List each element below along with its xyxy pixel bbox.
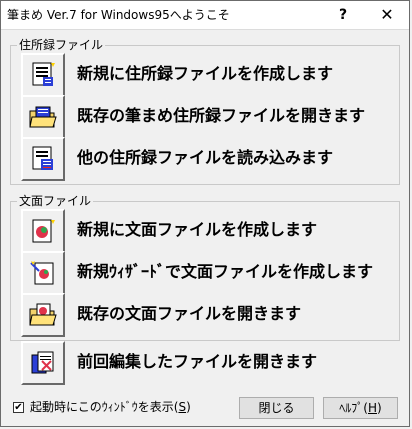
- recent-file-button[interactable]: [21, 341, 65, 385]
- show-on-startup-label[interactable]: 起動時にこのｳｨﾝﾄﾞｳを表示(S): [30, 399, 191, 415]
- address-book-group-label: 住所録ファイル: [17, 38, 106, 52]
- open-address-book-label: 既存の筆まめ住所録ファイルを開きます: [77, 106, 366, 125]
- import-address-book-label: 他の住所録ファイルを読み込みます: [77, 148, 334, 167]
- recent-file-label: 前回編集したファイルを開きます: [77, 352, 318, 371]
- wizard-document-label: 新規ｳｨｻﾞｰﾄﾞで文面ファイルを作成します: [77, 262, 374, 281]
- new-document-icon: [32, 219, 55, 243]
- show-on-startup-label-close: ): [186, 400, 191, 414]
- show-on-startup-checkbox[interactable]: ✔: [13, 402, 24, 413]
- new-document-button[interactable]: [21, 209, 65, 253]
- title-bar: 筆まめ Ver.7 for Windows95へようこそ ? ✕: [1, 1, 409, 30]
- new-document-label: 新規に文面ファイルを作成します: [77, 220, 318, 239]
- new-address-book-button[interactable]: [21, 53, 65, 97]
- open-document-label: 既存の文面ファイルを開きます: [77, 304, 302, 323]
- wizard-icon: [30, 261, 54, 285]
- open-address-book-button[interactable]: [21, 95, 65, 139]
- open-document-row: 既存の文面ファイルを開きます: [21, 293, 391, 339]
- wizard-document-button[interactable]: [21, 251, 65, 295]
- import-address-book-icon: [32, 146, 53, 170]
- help-button-close: ): [377, 401, 382, 415]
- new-address-book-row: 新規に住所録ファイルを作成します: [21, 53, 391, 99]
- open-folder-icon: [29, 106, 57, 128]
- close-button[interactable]: 閉じる: [239, 397, 314, 419]
- welcome-dialog: 筆まめ Ver.7 for Windows95へようこそ ? ✕ 住所録ファイル…: [0, 0, 410, 427]
- recent-file-row: 前回編集したファイルを開きます: [21, 341, 391, 387]
- recent-files-icon: [31, 351, 54, 374]
- new-address-book-label: 新規に住所録ファイルを作成します: [77, 64, 334, 83]
- new-document-row: 新規に文面ファイルを作成します: [21, 209, 391, 255]
- document-group-label: 文面ファイル: [17, 194, 94, 208]
- dialog-footer: ✔ 起動時にこのｳｨﾝﾄﾞｳを表示(S) 閉じる ﾍﾙﾌﾟ(H): [13, 397, 403, 419]
- open-document-folder-icon: [29, 303, 57, 326]
- help-button-accesskey: H: [367, 401, 378, 415]
- open-document-button[interactable]: [21, 293, 65, 337]
- wizard-document-row: 新規ｳｨｻﾞｰﾄﾞで文面ファイルを作成します: [21, 251, 391, 297]
- show-on-startup-label-text: 起動時にこのｳｨﾝﾄﾞｳを表示(: [30, 400, 179, 414]
- import-address-book-row: 他の住所録ファイルを読み込みます: [21, 137, 391, 183]
- new-address-book-icon: [32, 62, 55, 86]
- help-button[interactable]: ﾍﾙﾌﾟ(H): [323, 397, 398, 419]
- open-address-book-row: 既存の筆まめ住所録ファイルを開きます: [21, 95, 391, 141]
- show-on-startup-accesskey: S: [178, 400, 187, 414]
- help-titlebar-button[interactable]: ?: [321, 1, 365, 29]
- help-button-text: ﾍﾙﾌﾟ(: [339, 401, 368, 415]
- import-address-book-button[interactable]: [21, 137, 65, 181]
- window-title: 筆まめ Ver.7 for Windows95へようこそ: [7, 8, 230, 22]
- close-titlebar-button[interactable]: ✕: [365, 1, 409, 29]
